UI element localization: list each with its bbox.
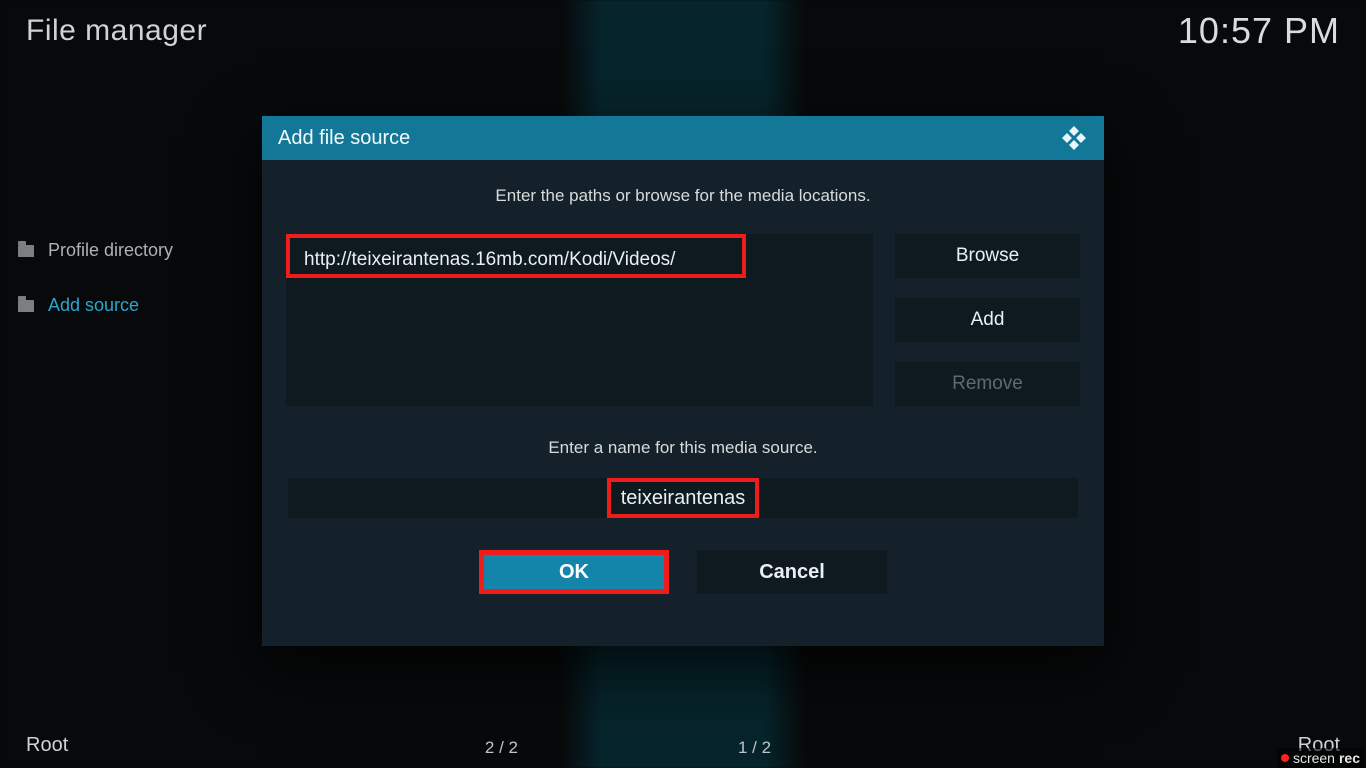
dialog-title: Add file source <box>278 127 410 150</box>
dialog-header: Add file source <box>262 116 1104 160</box>
ok-button[interactable]: OK <box>479 550 669 594</box>
sidebar-item-profile-directory[interactable]: Profile directory <box>18 240 173 261</box>
name-instruction: Enter a name for this media source. <box>286 438 1080 458</box>
paths-row: http://teixeirantenas.16mb.com/Kodi/Vide… <box>286 234 1080 406</box>
name-input[interactable]: teixeirantenas <box>288 478 1078 518</box>
sidebar-item-label: Add source <box>48 295 139 316</box>
dialog-body: Enter the paths or browse for the media … <box>262 160 1104 614</box>
remove-button: Remove <box>895 362 1080 406</box>
screenrec-watermark: screenrec <box>1277 748 1364 768</box>
watermark-text-2: rec <box>1339 750 1360 766</box>
record-dot-icon <box>1281 754 1289 762</box>
watermark-text-1: screen <box>1293 750 1335 766</box>
header-bar: File manager 10:57 PM <box>0 0 1366 62</box>
dialog-instruction: Enter the paths or browse for the media … <box>286 186 1080 206</box>
path-input[interactable]: http://teixeirantenas.16mb.com/Kodi/Vide… <box>286 234 746 278</box>
status-count-left: 2 / 2 <box>485 738 518 758</box>
add-file-source-dialog: Add file source Enter the paths or brows… <box>262 116 1104 646</box>
sidebar-item-label: Profile directory <box>48 240 173 261</box>
page-title: File manager <box>26 14 207 48</box>
clock: 10:57 PM <box>1178 10 1340 52</box>
sidebar-item-add-source[interactable]: Add source <box>18 295 173 316</box>
paths-listbox[interactable]: http://teixeirantenas.16mb.com/Kodi/Vide… <box>286 234 873 406</box>
folder-icon <box>18 300 34 312</box>
left-source-list: Profile directory Add source <box>18 240 173 316</box>
status-center: 2 / 2 1 / 2 <box>0 738 1366 758</box>
folder-icon <box>18 245 34 257</box>
dialog-footer: OK Cancel <box>286 550 1080 594</box>
status-count-right: 1 / 2 <box>738 738 771 758</box>
cancel-button[interactable]: Cancel <box>697 550 887 594</box>
kodi-logo-icon <box>1060 124 1088 152</box>
name-input-value: teixeirantenas <box>607 478 760 518</box>
browse-button[interactable]: Browse <box>895 234 1080 278</box>
add-button[interactable]: Add <box>895 298 1080 342</box>
name-row: teixeirantenas <box>286 478 1080 518</box>
paths-side-buttons: Browse Add Remove <box>895 234 1080 406</box>
